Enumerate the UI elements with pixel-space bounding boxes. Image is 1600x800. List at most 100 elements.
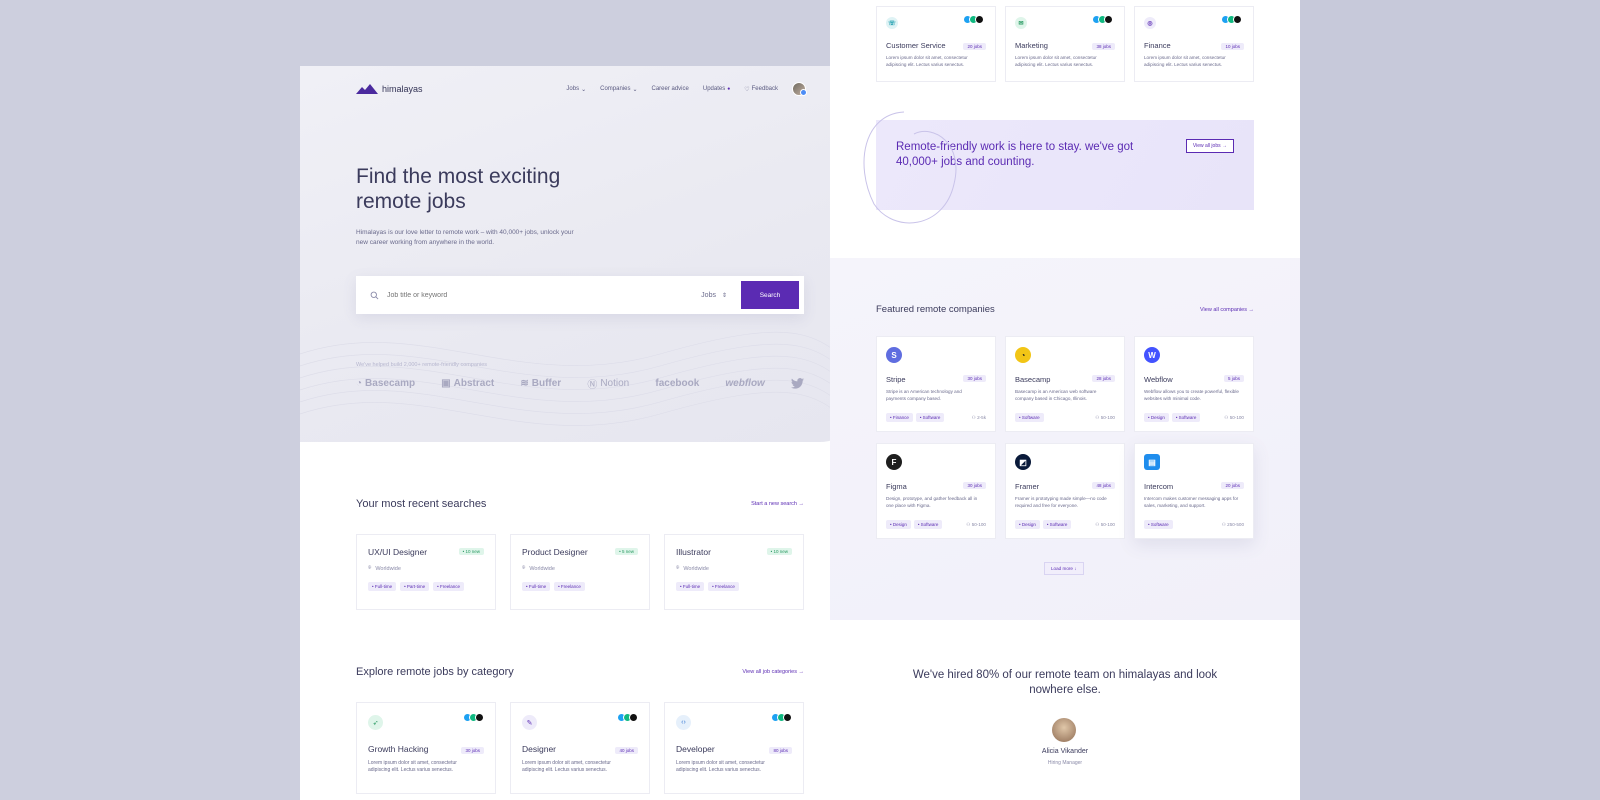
notion-icon: Ⓝ — [587, 380, 598, 391]
start-new-search-link[interactable]: Start a new search → — [751, 501, 804, 507]
search-input[interactable] — [387, 291, 667, 299]
tag-list: • Full-time • Freelance — [522, 582, 638, 591]
user-avatar[interactable] — [792, 82, 807, 96]
company-card[interactable]: ▤ 20 jobs Intercom Intercom makes custom… — [1134, 443, 1254, 539]
view-all-jobs-button[interactable]: View all jobs → — [1185, 139, 1234, 153]
tag: • Full-time — [522, 582, 551, 591]
category-card[interactable]: ◎ Finance 10 jobs Lorem ipsum dolor sit … — [1134, 6, 1254, 82]
tag: • Full-time — [676, 582, 705, 591]
nav-item-career-advice[interactable]: Career advice — [652, 86, 689, 92]
testimonial-avatar — [1052, 718, 1076, 742]
new-badge: • 10 new — [458, 548, 484, 555]
view-all-companies-link[interactable]: View all companies → — [1200, 307, 1254, 313]
category-card[interactable]: ✉ Marketing 38 jobs Lorem ipsum dolor si… — [1005, 6, 1125, 82]
team-size-value: 50-100 — [1100, 521, 1115, 527]
tag-list: • Full-time • Part-time • Freelance — [368, 582, 484, 591]
top-nav: himalayas Jobs ⌄ Companies ⌄ Career advice… — [356, 78, 807, 100]
card-description: Lorem ipsum dolor sit amet, consectetur … — [676, 760, 765, 773]
hero-section: himalayas Jobs ⌄ Companies ⌄ Career advice… — [300, 66, 860, 442]
people-icon: ⚇ — [1221, 521, 1226, 527]
new-badge: • 5 new — [615, 548, 638, 555]
job-count-badge: 48 jobs — [1092, 482, 1115, 489]
job-count-badge: 40 jobs — [615, 747, 638, 754]
company-card[interactable]: S 30 jobs Stripe Stripe is an American t… — [876, 336, 996, 432]
job-count-badge: 28 jobs — [1092, 375, 1115, 382]
heart-icon: ♡ — [744, 86, 750, 93]
mountain-icon — [356, 84, 378, 94]
tag: • Software — [913, 520, 943, 529]
tag: • Freelance — [554, 582, 585, 591]
recent-search-card[interactable]: Illustrator • 10 new ⌾ Worldwide • Full-t… — [664, 534, 804, 610]
company-card[interactable]: ◩ 48 jobs Framer Framer is prototyping m… — [1005, 443, 1125, 539]
tag: • Part-time — [400, 582, 430, 591]
tag: • Software — [1144, 520, 1173, 529]
logo-text: Notion — [600, 378, 630, 389]
company-card[interactable]: ◔ 28 jobs Basecamp Basecamp is an Americ… — [1005, 336, 1125, 432]
arrow-right-icon: → — [1248, 306, 1255, 313]
company-description: Framer is prototyping made simple—no cod… — [1015, 496, 1107, 508]
company-avatar — [475, 713, 484, 722]
arrow-right-icon: → — [798, 501, 805, 507]
people-icon: ⚇ — [971, 414, 976, 420]
company-footer: • Software ⚇ 50-100 — [1015, 413, 1115, 422]
buffer-logo: ≋ Buffer — [520, 378, 561, 389]
new-badge: • 10 new — [766, 548, 792, 555]
chevron-down-icon: ⌄ — [581, 86, 587, 93]
hero-subtitle: Himalayas is our love letter to remote w… — [356, 229, 574, 246]
category-row: ➶ Growth Hacking 30 jobs Lorem ipsum dol… — [356, 702, 804, 794]
tag: • Software — [1042, 520, 1072, 529]
search-type-value: Jobs — [701, 291, 716, 299]
category-card[interactable]: ➶ Growth Hacking 30 jobs Lorem ipsum dol… — [356, 702, 496, 794]
webflow-logo-icon: W — [1144, 347, 1160, 363]
notion-logo: Ⓝ Notion — [587, 376, 629, 391]
companies-helped-text: We've helped build 2,000+ remote-friendl… — [356, 362, 488, 368]
location-text: Worldwide — [375, 565, 401, 572]
decorative-curve — [863, 111, 957, 224]
location-text: Worldwide — [683, 565, 709, 572]
nav-item-updates[interactable]: Updates ● — [703, 86, 730, 92]
recent-search-card[interactable]: Product Designer • 5 new ⌾ Worldwide • Fu… — [510, 534, 650, 610]
team-size-value: 250-500 — [1227, 521, 1244, 527]
load-more-button[interactable]: Load more ↓ — [1044, 562, 1084, 575]
nav-item-label: Jobs — [566, 86, 580, 92]
nav-item-companies[interactable]: Companies ⌄ — [600, 86, 637, 93]
link-label: View all job categories — [742, 669, 797, 675]
landing-page-left: himalayas Jobs ⌄ Companies ⌄ Career advice… — [300, 66, 860, 800]
nav-item-feedback[interactable]: ♡ Feedback — [744, 86, 778, 93]
company-card[interactable]: W 5 jobs Webflow Webflow allows you to c… — [1134, 336, 1254, 432]
section-title: Your most recent searches — [356, 498, 487, 510]
logo-text: Buffer — [531, 378, 562, 389]
brand-name: himalayas — [382, 84, 423, 94]
company-avatar — [1104, 15, 1113, 24]
job-count-badge: 20 jobs — [963, 43, 986, 50]
view-all-categories-link[interactable]: View all job categories → — [742, 669, 804, 675]
job-count-badge: 80 jobs — [769, 747, 792, 754]
nav-item-label: Updates — [702, 86, 726, 92]
company-avatar — [1233, 15, 1242, 24]
tag: • Software — [915, 413, 945, 422]
rocket-icon: ➶ — [368, 715, 383, 730]
tag: • Software — [1015, 413, 1044, 422]
company-card[interactable]: F 30 jobs Figma Design, prototype, and g… — [876, 443, 996, 539]
category-card[interactable]: ☏ Customer Service 20 jobs Lorem ipsum d… — [876, 6, 996, 82]
company-avatars — [963, 15, 984, 24]
card-description: Lorem ipsum dolor sit amet, consectetur … — [522, 760, 611, 773]
figma-logo-icon: F — [886, 454, 902, 470]
company-avatars — [463, 713, 484, 722]
company-avatar — [975, 15, 984, 24]
testimonial-role: Hiring Manager — [1047, 760, 1083, 766]
recent-search-card[interactable]: UX/UI Designer • 10 new ⌾ Worldwide • Ful… — [356, 534, 496, 610]
people-icon: ⚇ — [1095, 414, 1100, 420]
company-row-2: F 30 jobs Figma Design, prototype, and g… — [876, 443, 1254, 539]
brand-logo[interactable]: himalayas — [356, 84, 423, 94]
search-button[interactable]: Search — [741, 281, 799, 309]
company-avatars — [1221, 15, 1242, 24]
category-card[interactable]: ✎ Designer 40 jobs Lorem ipsum dolor sit… — [510, 702, 650, 794]
search-type-select[interactable]: Jobs ⇕ — [701, 292, 727, 299]
company-logos: ◔ Basecamp ▣ Abstract ≋ Buffer Ⓝ Notion face… — [356, 376, 804, 391]
category-card[interactable]: ‹› Developer 80 jobs Lorem ipsum dolor s… — [664, 702, 804, 794]
location-pin-icon: ⌾ — [368, 565, 372, 571]
nav-item-jobs[interactable]: Jobs ⌄ — [566, 86, 586, 93]
team-size: ⚇ 2-5k — [972, 415, 986, 421]
tag-list: • Full-time • Freelance — [676, 582, 792, 591]
